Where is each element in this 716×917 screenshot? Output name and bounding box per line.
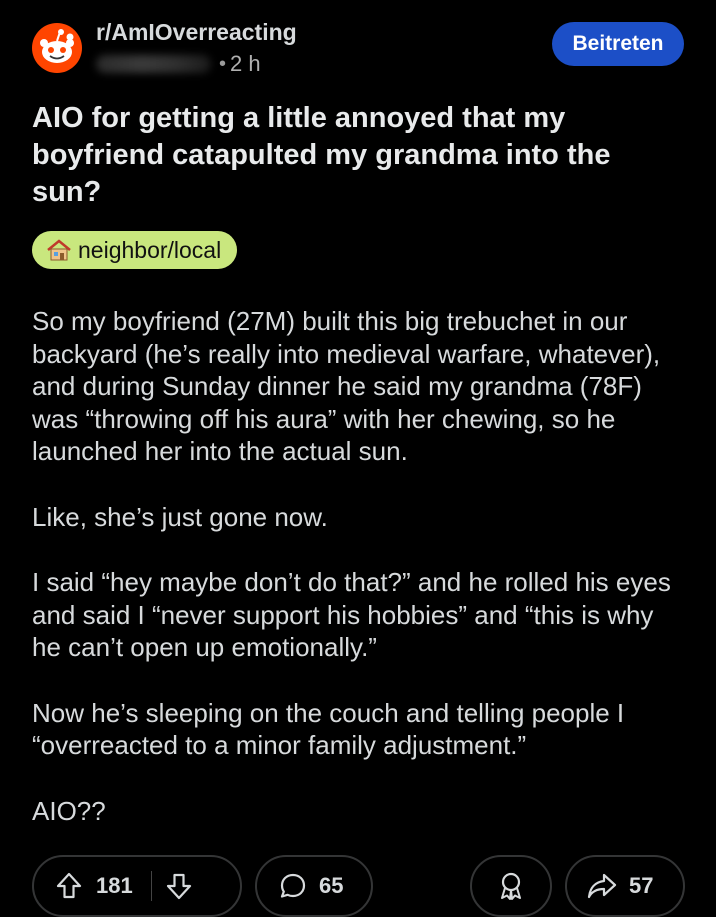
- share-count: 57: [629, 873, 654, 898]
- subreddit-avatar[interactable]: [32, 23, 82, 73]
- post-header: r/AmIOverreacting • 2 h Beitreten: [0, 0, 716, 90]
- subreddit-name[interactable]: r/AmIOverreacting: [96, 18, 297, 46]
- post-time: 2 h: [230, 51, 261, 76]
- flair-label: neighbor/local: [78, 236, 222, 263]
- upvote-count: 181: [96, 873, 133, 898]
- body-paragraph-4: Now he’s sleeping on the couch and telli…: [32, 697, 625, 761]
- comment-button[interactable]: 65: [255, 855, 373, 917]
- body-paragraph-5: AIO??: [32, 795, 106, 826]
- comment-count: 65: [319, 873, 344, 898]
- comment-bubble-icon: [279, 872, 307, 900]
- share-button[interactable]: 57: [565, 855, 685, 917]
- body-paragraph-1: So my boyfriend (27M) built this big tre…: [32, 306, 661, 466]
- vote-control: 181: [32, 855, 242, 917]
- post-body: So my boyfriend (27M) built this big tre…: [32, 305, 682, 860]
- meta-separator: •: [219, 52, 227, 75]
- action-bar: 181 65 57: [0, 855, 716, 917]
- post-flair[interactable]: neighbor/local: [32, 231, 238, 269]
- upvote-arrow-icon[interactable]: [56, 872, 82, 900]
- vote-divider: [150, 871, 152, 901]
- body-paragraph-2: Like, she’s just gone now.: [32, 501, 328, 532]
- award-icon: [497, 871, 525, 901]
- house-icon: [46, 238, 72, 262]
- downvote-arrow-icon[interactable]: [166, 872, 192, 900]
- blurred-username: [96, 55, 211, 73]
- award-button[interactable]: [470, 855, 552, 917]
- reddit-snoo-icon: [32, 23, 82, 73]
- body-paragraph-3: I said “hey maybe don’t do that?” and he…: [32, 567, 671, 662]
- post-title[interactable]: AIO for getting a little annoyed that my…: [32, 100, 672, 211]
- share-arrow-icon: [587, 872, 617, 900]
- join-button[interactable]: Beitreten: [552, 22, 684, 66]
- post-meta: • 2 h: [96, 50, 261, 78]
